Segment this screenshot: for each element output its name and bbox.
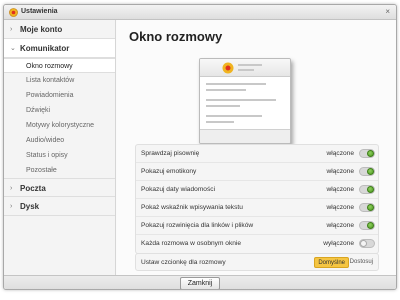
- toggle-knob: [367, 150, 374, 157]
- window-title: Ustawienia: [21, 8, 58, 15]
- toggle-knob: [367, 168, 374, 175]
- setting-row-separate-windows: Każda rozmowa w osobnym oknie wyłączone: [136, 235, 378, 253]
- setting-state: wyłączone: [323, 240, 354, 247]
- setting-state: włączone: [326, 186, 355, 193]
- setting-label: Pokazuj daty wiadomości: [141, 186, 216, 193]
- sidebar-item-powiadomienia[interactable]: Powiadomienia: [4, 88, 115, 103]
- sidebar-category-label: Poczta: [20, 184, 46, 193]
- page-title: Okno rozmowy: [129, 29, 223, 44]
- sidebar-category-komunikator[interactable]: ⌄ Komunikator: [4, 39, 115, 58]
- sidebar-category-poczta[interactable]: › Poczta: [4, 178, 115, 197]
- preview-line: [206, 121, 234, 123]
- close-icon[interactable]: ×: [385, 7, 390, 16]
- setting-label: Sprawdzaj pisownię: [141, 150, 200, 157]
- sidebar-category-label: Moje konto: [20, 25, 63, 34]
- toggle-knob: [360, 240, 367, 247]
- dialog-footer: Zamknij: [4, 275, 396, 289]
- chat-window-preview-image: [199, 58, 291, 144]
- font-customize-button[interactable]: Dostosuj: [347, 257, 376, 268]
- preview-line: [206, 99, 276, 101]
- setting-label: Pokazuj rozwinięcia dla linków i plików: [141, 222, 254, 229]
- settings-content: Okno rozmowy Sprawdzaj pisownię włączone…: [117, 20, 396, 275]
- settings-sidebar: › Moje konto ⌄ Komunikator Okno rozmowy …: [4, 20, 116, 275]
- title-bar: Ustawienia ×: [4, 5, 396, 20]
- close-button[interactable]: Zamknij: [180, 277, 220, 289]
- preview-line: [206, 83, 266, 85]
- font-setting-label: Ustaw czcionkę dla rozmowy: [141, 259, 226, 266]
- spellcheck-toggle[interactable]: [359, 149, 375, 158]
- chevron-right-icon: ›: [10, 185, 13, 192]
- setting-state: włączone: [326, 222, 355, 229]
- chat-font-setting: Ustaw czcionkę dla rozmowy Domyślne Dost…: [135, 253, 379, 271]
- sidebar-category-moje-konto[interactable]: › Moje konto: [4, 20, 115, 39]
- sidebar-category-label: Dysk: [20, 202, 40, 211]
- preview-line: [238, 64, 262, 66]
- sidebar-item-motywy[interactable]: Motywy kolorystyczne: [4, 118, 115, 133]
- sidebar-category-label: Komunikator: [20, 44, 70, 53]
- setting-label: Każda rozmowa w osobnym oknie: [141, 240, 242, 247]
- settings-window: Ustawienia × › Moje konto ⌄ Komunikator …: [3, 4, 397, 290]
- toggle-knob: [367, 222, 374, 229]
- sidebar-item-lista-kontaktow[interactable]: Lista kontaktów: [4, 73, 115, 88]
- setting-row-spellcheck: Sprawdzaj pisownię włączone: [136, 145, 378, 163]
- chevron-right-icon: ›: [10, 203, 13, 210]
- preview-line: [206, 89, 246, 91]
- preview-line: [206, 115, 262, 117]
- font-default-button[interactable]: Domyślne: [314, 257, 349, 268]
- setting-state: włączone: [326, 150, 355, 157]
- sidebar-item-okno-rozmowy[interactable]: Okno rozmowy: [4, 58, 115, 73]
- toggle-knob: [367, 204, 374, 211]
- gear-sun-icon: [9, 8, 18, 17]
- setting-state: włączone: [326, 204, 355, 211]
- message-dates-toggle[interactable]: [359, 185, 375, 194]
- sidebar-category-dysk[interactable]: › Dysk: [4, 197, 115, 216]
- sun-avatar-icon: [222, 62, 234, 74]
- separate-windows-toggle[interactable]: [359, 239, 375, 248]
- chevron-down-icon: ⌄: [10, 45, 16, 52]
- chevron-right-icon: ›: [10, 26, 13, 33]
- toggle-knob: [367, 186, 374, 193]
- sidebar-item-pozostale[interactable]: Pozostałe: [4, 163, 115, 178]
- typing-indicator-toggle[interactable]: [359, 203, 375, 212]
- setting-label: Pokazuj emotikony: [141, 168, 197, 175]
- preview-input-area: [200, 129, 290, 143]
- setting-state: włączone: [326, 168, 355, 175]
- sidebar-item-audio-wideo[interactable]: Audio/wideo: [4, 133, 115, 148]
- setting-row-emoticons: Pokazuj emotikony włączone: [136, 163, 378, 181]
- sidebar-item-status[interactable]: Status i opisy: [4, 148, 115, 163]
- setting-row-dates: Pokazuj daty wiadomości włączone: [136, 181, 378, 199]
- preview-line: [206, 105, 240, 107]
- setting-row-link-previews: Pokazuj rozwinięcia dla linków i plików …: [136, 217, 378, 235]
- sidebar-item-dzwieki[interactable]: Dźwięki: [4, 103, 115, 118]
- setting-label: Pokaż wskaźnik wpisywania tekstu: [141, 204, 243, 211]
- settings-list: Sprawdzaj pisownię włączone Pokazuj emot…: [135, 144, 379, 254]
- preview-line: [238, 69, 254, 71]
- setting-row-typing: Pokaż wskaźnik wpisywania tekstu włączon…: [136, 199, 378, 217]
- emoticons-toggle[interactable]: [359, 167, 375, 176]
- link-previews-toggle[interactable]: [359, 221, 375, 230]
- preview-header: [200, 59, 290, 77]
